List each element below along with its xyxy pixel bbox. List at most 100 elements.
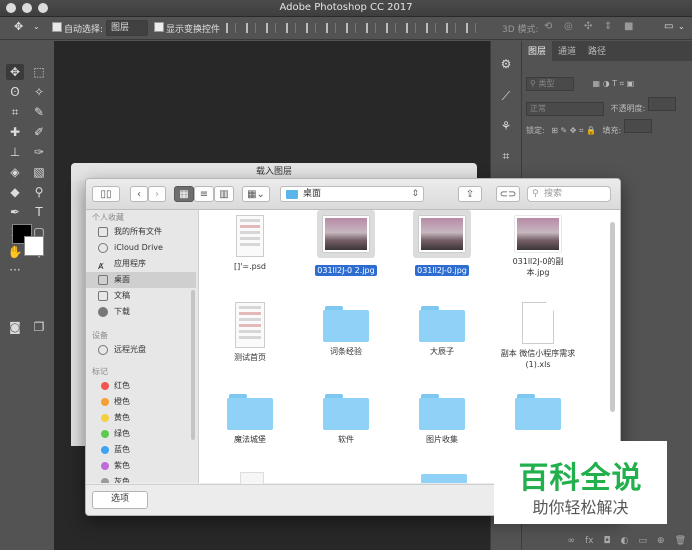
file-item[interactable]: 测试首页 — [202, 302, 298, 363]
group-by-button[interactable]: ▦⌄ — [242, 186, 270, 202]
crop-tool-icon[interactable]: ⌗ — [6, 104, 24, 120]
options-button[interactable]: 选项 — [92, 491, 148, 509]
sidebar-tag-gray[interactable]: 灰色 — [86, 474, 196, 483]
folder-item[interactable]: 词条经验 — [298, 306, 394, 357]
auto-select-checkbox[interactable] — [52, 22, 62, 33]
3d-roll-icon[interactable]: ◎ — [564, 21, 573, 32]
align-right-icon[interactable] — [326, 23, 336, 33]
eyedropper-icon[interactable]: ✎ — [30, 104, 48, 120]
file-item[interactable]: 031ll2J-0的副本.jpg — [490, 216, 586, 278]
folder-item[interactable]: 软件 — [298, 394, 394, 445]
3d-pan-icon[interactable]: ✣ — [584, 21, 592, 32]
marquee-tool-icon[interactable]: ⬚ — [30, 64, 48, 80]
3d-rotate-icon[interactable]: ⟲ — [544, 21, 552, 32]
file-item[interactable]: []'=.psd — [202, 215, 298, 272]
folder-item[interactable]: 图片收集 — [394, 394, 490, 445]
forward-button[interactable]: › — [148, 186, 166, 202]
sidebar-item-documents[interactable]: 文稿 — [86, 288, 196, 304]
new-group-icon[interactable]: ▭ — [639, 536, 648, 550]
tab-paths[interactable]: 路径 — [582, 41, 612, 61]
tab-layers[interactable]: 图层 — [522, 41, 553, 61]
distribute-top-icon[interactable] — [346, 23, 356, 33]
search-input[interactable]: ⚲ 搜索 — [527, 186, 611, 202]
folder-item[interactable] — [490, 394, 586, 434]
fill-field[interactable] — [623, 119, 652, 133]
hand-tool-icon[interactable]: ✋ — [6, 244, 24, 260]
opacity-field[interactable] — [647, 97, 676, 111]
libraries-icon[interactable]: ⚙ — [497, 57, 515, 73]
distribute-right-icon[interactable] — [446, 23, 456, 33]
sidebar-tag-orange[interactable]: 橙色 — [86, 394, 196, 410]
location-popup[interactable]: 桌面 ⇕ — [280, 186, 424, 202]
move-tool-icon[interactable]: ✥ — [14, 20, 23, 33]
3d-slide-icon[interactable]: ⇕ — [604, 21, 612, 32]
link-layers-icon[interactable]: ∞ — [568, 536, 576, 550]
align-left-icon[interactable] — [286, 23, 296, 33]
lock-icons[interactable]: ⊞ ✎ ✥ ⌗ 🔒 — [551, 126, 596, 135]
healing-brush-icon[interactable]: ✚ — [6, 124, 24, 140]
background-color-swatch[interactable] — [24, 236, 44, 256]
distribute-bottom-icon[interactable] — [386, 23, 396, 33]
blur-tool-icon[interactable]: ◆ — [6, 184, 24, 200]
sidebar-tag-yellow[interactable]: 黄色 — [86, 410, 196, 426]
sidebar-toggle-button[interactable]: ▯▯ — [92, 186, 120, 202]
histogram-icon[interactable]: ⟋ — [497, 89, 515, 105]
content-scrollbar[interactable] — [610, 222, 615, 412]
pen-tool-icon[interactable]: ✒ — [6, 204, 24, 220]
distribute-hcenter-icon[interactable] — [426, 23, 436, 33]
chevron-down-icon[interactable]: ⌄ — [33, 22, 40, 31]
show-transform-checkbox[interactable] — [154, 22, 164, 33]
folder-item[interactable]: 魔法城堡 — [202, 394, 298, 445]
tag-button[interactable]: ⊂⊃ — [496, 186, 520, 202]
sidebar-item-applications[interactable]: Ⱥ 应用程序 — [86, 256, 196, 272]
lasso-tool-icon[interactable]: ʘ — [6, 84, 24, 100]
list-view-button[interactable]: ≡ — [194, 186, 214, 202]
fx-icon[interactable]: fx — [585, 536, 594, 550]
auto-select-dropdown[interactable]: 图层 — [106, 20, 148, 36]
back-button[interactable]: ‹ — [130, 186, 148, 202]
sidebar-scrollbar[interactable] — [191, 290, 195, 440]
sidebar-item-downloads[interactable]: 下载 — [86, 304, 196, 320]
sidebar-tag-green[interactable]: 绿色 — [86, 426, 196, 442]
gradient-tool-icon[interactable]: ▧ — [30, 164, 48, 180]
align-bottom-icon[interactable] — [266, 23, 276, 33]
workspace-icon[interactable]: ▭ — [664, 21, 673, 32]
icon-view-button[interactable]: ▦ — [174, 186, 194, 202]
align-hcenter-icon[interactable] — [306, 23, 316, 33]
distribute-vcenter-icon[interactable] — [366, 23, 376, 33]
type-tool-icon[interactable]: T — [30, 204, 48, 220]
share-button[interactable]: ⇪ — [458, 186, 482, 202]
move-tool-icon[interactable]: ✥ — [6, 64, 24, 80]
tab-channels[interactable]: 通道 — [552, 41, 582, 61]
sidebar-item-icloud[interactable]: iCloud Drive — [86, 240, 196, 256]
3d-scale-icon[interactable]: ■ — [624, 21, 633, 32]
sidebar-item-desktop[interactable]: 桌面 — [86, 272, 196, 288]
file-item[interactable]: 副本 微信小程序需求(1).xls — [490, 302, 586, 370]
distribute-left-icon[interactable] — [406, 23, 416, 33]
history-brush-icon[interactable]: ✑ — [30, 144, 48, 160]
filter-icons[interactable]: ▦ ◑ T ⌗ ▣ — [593, 79, 635, 88]
folder-item[interactable]: 大辰子 — [394, 306, 490, 357]
sidebar-item-remote-disc[interactable]: 远程光盘 — [86, 342, 196, 358]
file-item-selected[interactable]: 031ll2J-0 2.jpg — [298, 210, 394, 276]
layer-filter-select[interactable]: ⚲ 类型 — [526, 77, 574, 91]
quick-mask-icon[interactable]: ◙ — [6, 319, 24, 335]
sidebar-tag-blue[interactable]: 蓝色 — [86, 442, 196, 458]
more-tools-icon[interactable]: ··· — [6, 262, 24, 278]
new-layer-icon[interactable]: ⊕ — [657, 536, 665, 550]
workspace-chevron-icon[interactable]: ⌄ — [678, 22, 685, 31]
column-view-button[interactable]: ▥ — [214, 186, 234, 202]
clone-stamp-icon[interactable]: ⊥ — [6, 144, 24, 160]
auto-align-icon[interactable] — [466, 23, 476, 33]
brush-tool-icon[interactable]: ✐ — [30, 124, 48, 140]
add-mask-icon[interactable]: ◘ — [604, 536, 611, 550]
screen-mode-icon[interactable]: ❐ — [30, 319, 48, 335]
sidebar-tag-purple[interactable]: 紫色 — [86, 458, 196, 474]
adjustment-layer-icon[interactable]: ◐ — [621, 536, 629, 550]
magic-wand-icon[interactable]: ✧ — [30, 84, 48, 100]
blend-mode-select[interactable]: 正常 — [526, 102, 604, 116]
sidebar-item-all-files[interactable]: 我的所有文件 — [86, 224, 196, 240]
crop-panel-icon[interactable]: ⌗ — [497, 149, 515, 165]
eraser-tool-icon[interactable]: ◈ — [6, 164, 24, 180]
adjustments-icon[interactable]: ⚘ — [497, 119, 515, 135]
